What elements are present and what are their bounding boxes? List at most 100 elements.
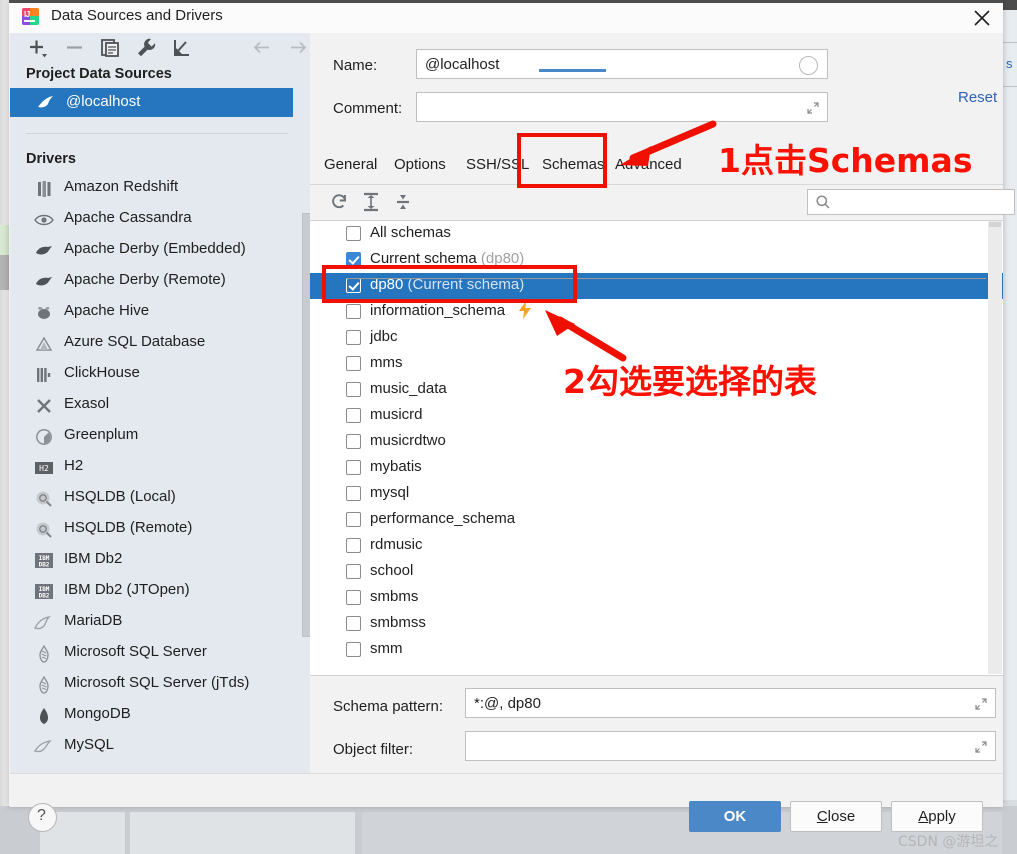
plus-icon[interactable] <box>26 36 52 60</box>
driver-list-item[interactable]: IBMDB2IBM Db2 (JTOpen) <box>10 576 293 607</box>
driver-label: IBM Db2 (JTOpen) <box>64 581 190 598</box>
reset-link[interactable]: Reset <box>958 89 997 106</box>
driver-label: Apache Hive <box>64 302 149 319</box>
schema-row[interactable]: school <box>310 559 1003 585</box>
schema-checkbox[interactable] <box>346 538 361 553</box>
drivers-header: Drivers <box>26 151 76 167</box>
ok-button[interactable]: OK <box>689 801 781 832</box>
schema-row[interactable]: All schemas <box>310 221 1003 247</box>
schema-row[interactable]: mybatis <box>310 455 1003 481</box>
driver-list-item[interactable]: Apache Cassandra <box>10 204 293 235</box>
backdrop-partial-text: s <box>1006 56 1013 71</box>
schema-row[interactable]: rdmusic <box>310 533 1003 559</box>
expand-all-icon[interactable] <box>358 189 384 215</box>
schema-checkbox[interactable] <box>346 252 361 267</box>
schema-row[interactable]: performance_schema <box>310 507 1003 533</box>
schema-row[interactable]: Current schema (dp80) <box>310 247 1003 273</box>
tab-options[interactable]: Options <box>394 156 446 173</box>
driver-list-item[interactable]: Apache Derby (Embedded) <box>10 235 293 266</box>
schema-row[interactable]: jdbc <box>310 325 1003 351</box>
comment-input[interactable] <box>416 92 828 122</box>
name-input[interactable]: @localhost <box>416 49 828 79</box>
driver-list-item[interactable]: Exasol <box>10 390 293 421</box>
tab-general[interactable]: General <box>324 156 377 173</box>
driver-list-item[interactable]: Apache Derby (Remote) <box>10 266 293 297</box>
tab-ssh-ssl[interactable]: SSH/SSL <box>466 156 529 173</box>
expand-icon[interactable] <box>974 740 988 754</box>
collapse-all-icon[interactable] <box>390 189 416 215</box>
schema-checkbox[interactable] <box>346 226 361 241</box>
refresh-icon[interactable] <box>326 189 352 215</box>
sidebar-item-label: @localhost <box>66 93 140 110</box>
schema-checkbox[interactable] <box>346 408 361 423</box>
active-tab-underline <box>539 69 606 72</box>
schema-row[interactable]: musicrdtwo <box>310 429 1003 455</box>
schema-checkbox[interactable] <box>346 330 361 345</box>
cancel-button[interactable]: Close <box>790 801 882 832</box>
intellij-icon: IJ <box>22 8 39 25</box>
driver-list-item[interactable]: ClickHouse <box>10 359 293 390</box>
driver-list-item[interactable]: Apache Hive <box>10 297 293 328</box>
apply-button[interactable]: Apply <box>891 801 983 832</box>
search-input[interactable] <box>807 189 1015 215</box>
schema-checkbox[interactable] <box>346 616 361 631</box>
backdrop-right-divider-2 <box>1003 86 1017 87</box>
sqlserver-icon <box>34 675 54 695</box>
annotation-step-1: 1点击Schemas <box>718 134 972 182</box>
schema-row[interactable]: information_schema <box>310 299 1003 325</box>
wrench-icon[interactable] <box>134 36 160 60</box>
schema-checkbox[interactable] <box>346 486 361 501</box>
driver-list-item[interactable]: HSQLDB (Remote) <box>10 514 293 545</box>
schema-checkbox[interactable] <box>346 278 361 293</box>
driver-list-item[interactable]: MariaDB <box>10 607 293 638</box>
tab-schemas[interactable]: Schemas <box>542 156 605 173</box>
minus-icon[interactable] <box>62 36 88 60</box>
schemas-scrollbar-track[interactable] <box>988 221 1002 674</box>
schema-checkbox[interactable] <box>346 564 361 579</box>
schema-row[interactable]: smbmss <box>310 611 1003 637</box>
driver-list-item[interactable]: MongoDB <box>10 700 293 731</box>
schema-checkbox[interactable] <box>346 642 361 657</box>
driver-list-item[interactable]: HSQLDB (Local) <box>10 483 293 514</box>
schema-pattern-input[interactable]: *:@, dp80 <box>465 688 996 718</box>
schema-row[interactable]: musicrd <box>310 403 1003 429</box>
driver-list-item[interactable]: Greenplum <box>10 421 293 452</box>
schema-checkbox[interactable] <box>346 590 361 605</box>
schemas-scrollbar-thumb[interactable] <box>989 222 1001 227</box>
driver-list-item[interactable]: Amazon Redshift <box>10 173 293 204</box>
copy-icon[interactable] <box>98 36 124 60</box>
schema-checkbox[interactable] <box>346 304 361 319</box>
drivers-list[interactable]: Amazon RedshiftApache CassandraApache De… <box>10 173 293 758</box>
driver-list-item[interactable]: IBMDB2IBM Db2 <box>10 545 293 576</box>
driver-list-item[interactable]: MySQL <box>10 731 293 758</box>
schema-checkbox[interactable] <box>346 460 361 475</box>
schema-checkbox[interactable] <box>346 382 361 397</box>
driver-list-item[interactable]: Microsoft SQL Server (jTds) <box>10 669 293 700</box>
clickhouse-icon <box>34 365 54 385</box>
search-icon <box>815 194 831 210</box>
tab-advanced[interactable]: Advanced <box>615 156 682 173</box>
hsqldb-icon <box>34 489 54 509</box>
schema-checkbox[interactable] <box>346 356 361 371</box>
arrow-right-icon[interactable] <box>286 36 312 60</box>
sidebar-item-localhost[interactable]: @localhost <box>10 88 293 117</box>
schema-row[interactable]: mysql <box>310 481 1003 507</box>
schema-row[interactable]: smm <box>310 637 1003 663</box>
schemas-list[interactable]: All schemasCurrent schema (dp80)dp80 (Cu… <box>310 220 1003 676</box>
schema-row[interactable]: smbms <box>310 585 1003 611</box>
expand-icon[interactable] <box>806 101 820 115</box>
expand-icon[interactable] <box>974 697 988 711</box>
driver-list-item[interactable]: H2H2 <box>10 452 293 483</box>
arrow-left-icon[interactable] <box>250 36 276 60</box>
close-icon[interactable] <box>961 0 1003 33</box>
driver-label: Microsoft SQL Server <box>64 643 207 660</box>
object-filter-input[interactable] <box>465 731 996 761</box>
driver-list-item[interactable]: Azure SQL Database <box>10 328 293 359</box>
driver-list-item[interactable]: Microsoft SQL Server <box>10 638 293 669</box>
schema-checkbox[interactable] <box>346 434 361 449</box>
schema-row[interactable]: dp80 (Current schema) <box>310 273 1003 299</box>
help-button[interactable]: ? <box>28 803 57 832</box>
schema-checkbox[interactable] <box>346 512 361 527</box>
import-arrow-icon[interactable] <box>170 36 196 60</box>
schema-label: smm <box>370 640 403 657</box>
